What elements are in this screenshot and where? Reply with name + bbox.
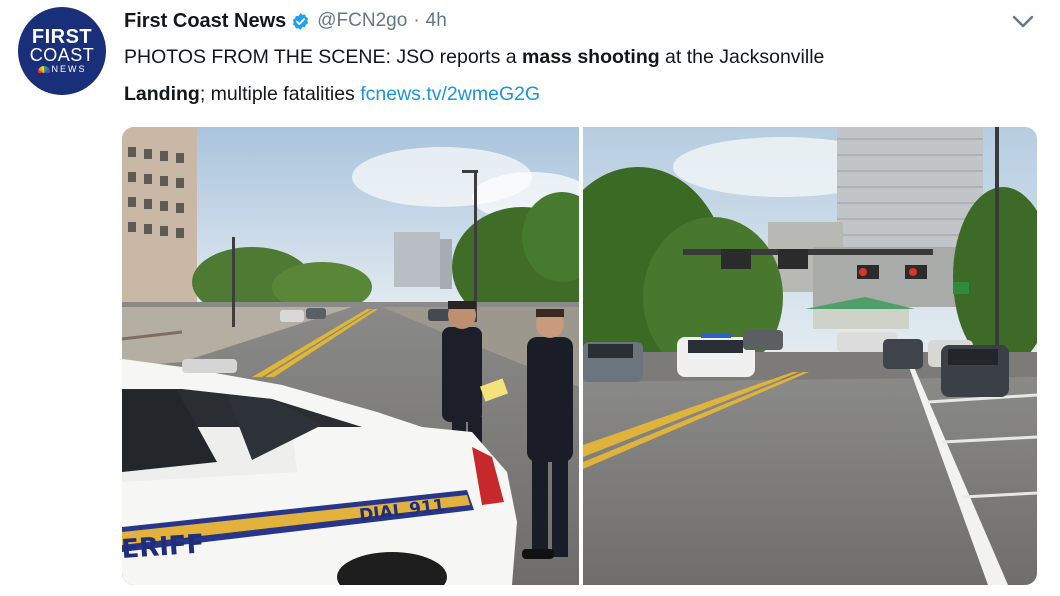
photo-left-image: DIAL 911 ERIFF <box>122 127 579 585</box>
tweet-text-part: ; multiple fatalities <box>199 83 361 105</box>
header-separator: · <box>413 10 420 31</box>
photo-right[interactable] <box>583 127 1037 585</box>
photo-left[interactable]: DIAL 911 ERIFF <box>122 127 579 585</box>
tweet-text-bold: mass shooting <box>522 46 660 68</box>
avatar-line-1: FIRST <box>31 25 93 48</box>
tweet-text-part: PHOTOS FROM THE SCENE: JSO reports a <box>124 46 523 68</box>
tweet-text: PHOTOS FROM THE SCENE: JSO reports a mas… <box>124 39 1024 113</box>
photo-right-image <box>583 127 1037 585</box>
tweet-header: First Coast News @FCN2go · 4h <box>124 7 447 35</box>
car-sheriff-text: ERIFF <box>122 529 205 565</box>
avatar[interactable]: FIRST COAST NEWS <box>18 7 106 95</box>
peacock-logo-icon <box>37 65 50 73</box>
tweet-link[interactable]: fcnews.tv/2wmeG2G <box>360 83 540 105</box>
tweet-timestamp[interactable]: 4h <box>426 10 447 32</box>
avatar-line-3: NEWS <box>37 63 87 75</box>
chevron-down-icon[interactable] <box>1011 13 1035 31</box>
tweet-text-bold: Landing <box>124 83 200 105</box>
avatar-line-2: COAST <box>29 44 95 65</box>
tweet-text-part: at the Jacksonville <box>659 46 825 68</box>
author-name[interactable]: First Coast News <box>124 10 286 33</box>
tweet-card[interactable]: FIRST COAST NEWS First Coast News @FCN2g… <box>0 0 1060 596</box>
avatar-news-label: NEWS <box>51 63 87 74</box>
verified-badge-icon <box>293 12 309 30</box>
tweet-media: DIAL 911 ERIFF <box>122 127 1037 585</box>
author-handle[interactable]: @FCN2go <box>317 10 407 32</box>
